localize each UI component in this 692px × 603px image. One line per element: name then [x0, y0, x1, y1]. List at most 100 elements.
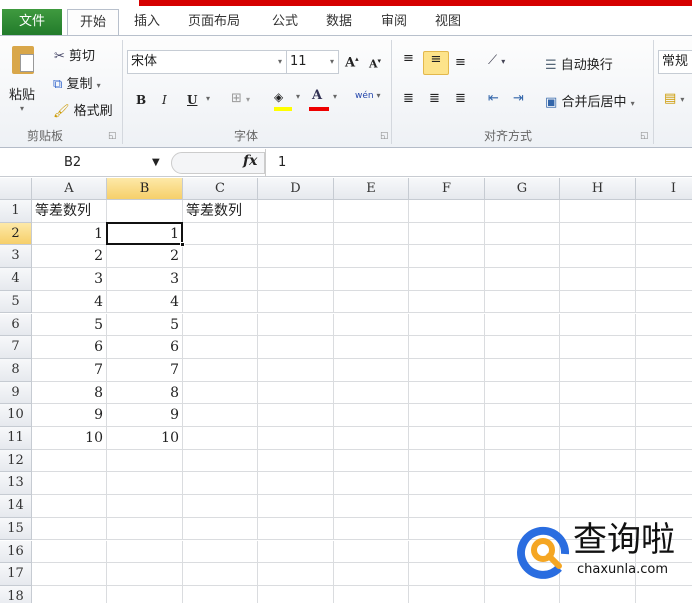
font-size-select[interactable]: 11 ▾	[286, 50, 339, 74]
underline-button[interactable]: U	[187, 93, 197, 107]
row-header-3[interactable]: 3	[0, 245, 32, 269]
cell-H6[interactable]	[560, 313, 636, 337]
row-header-2[interactable]: 2	[0, 222, 32, 246]
row-header-15[interactable]: 15	[0, 517, 32, 541]
cell-G1[interactable]	[485, 200, 560, 223]
cell-G7[interactable]	[485, 336, 560, 359]
cell-B13[interactable]	[107, 472, 183, 496]
cell-D10[interactable]	[258, 404, 334, 427]
cell-A10[interactable]: 9	[32, 404, 107, 427]
cell-I6[interactable]	[636, 314, 692, 337]
cell-I3[interactable]	[636, 245, 692, 269]
cell-H18[interactable]	[560, 585, 636, 603]
grow-font-button[interactable]: A▴	[345, 54, 359, 70]
italic-button[interactable]: I	[162, 93, 167, 107]
cell-C14[interactable]	[183, 495, 258, 518]
cell-B15[interactable]	[107, 517, 183, 541]
cell-I9[interactable]	[636, 382, 692, 405]
column-header-C[interactable]: C	[183, 178, 258, 200]
cell-C10[interactable]	[183, 404, 258, 427]
cell-B11[interactable]: 10	[107, 427, 183, 450]
cell-F8[interactable]	[409, 358, 485, 382]
column-header-E[interactable]: E	[334, 178, 409, 200]
cell-A9[interactable]: 8	[32, 381, 107, 405]
cell-F17[interactable]	[409, 563, 485, 586]
cell-B8[interactable]: 7	[107, 358, 183, 382]
cell-G9[interactable]	[485, 381, 560, 405]
cell-A15[interactable]	[32, 517, 107, 541]
cell-D16[interactable]	[258, 540, 334, 564]
cell-A18[interactable]	[32, 585, 107, 603]
cell-G8[interactable]	[485, 358, 560, 382]
phonetic-button[interactable]: wén ▾	[355, 91, 381, 101]
cell-I1[interactable]	[636, 200, 692, 223]
cell-G3[interactable]	[485, 245, 560, 269]
cell-F10[interactable]	[409, 404, 485, 427]
row-header-6[interactable]: 6	[0, 313, 32, 337]
cell-A3[interactable]: 2	[32, 245, 107, 269]
cell-D1[interactable]	[258, 200, 334, 223]
cell-H12[interactable]	[560, 449, 636, 473]
cell-G10[interactable]	[485, 404, 560, 427]
cell-B4[interactable]: 3	[107, 268, 183, 291]
cell-F6[interactable]	[409, 313, 485, 337]
cell-D8[interactable]	[258, 358, 334, 382]
cell-A17[interactable]	[32, 563, 107, 586]
cell-C1[interactable]: 等差数列	[183, 200, 258, 223]
cell-I5[interactable]	[636, 291, 692, 314]
cell-B7[interactable]: 6	[107, 336, 183, 359]
cell-H14[interactable]	[560, 495, 636, 518]
row-header-13[interactable]: 13	[0, 472, 32, 496]
cell-D6[interactable]	[258, 313, 334, 337]
bold-button[interactable]: B	[136, 93, 146, 107]
cell-I12[interactable]	[636, 450, 692, 473]
formula-input[interactable]: 1	[265, 149, 692, 177]
row-header-14[interactable]: 14	[0, 495, 32, 518]
cell-F9[interactable]	[409, 381, 485, 405]
wrap-text-button[interactable]: ☰ 自动换行	[545, 54, 613, 73]
cell-D7[interactable]	[258, 336, 334, 359]
cell-E3[interactable]	[334, 245, 409, 269]
row-header-17[interactable]: 17	[0, 563, 32, 586]
cell-E4[interactable]	[334, 268, 409, 291]
row-header-18[interactable]: 18	[0, 585, 32, 603]
cell-I8[interactable]	[636, 359, 692, 382]
cell-C8[interactable]	[183, 358, 258, 382]
cell-A16[interactable]	[32, 540, 107, 564]
dialog-launcher-icon[interactable]: ◱	[380, 131, 389, 141]
cell-C6[interactable]	[183, 313, 258, 337]
cell-E11[interactable]	[334, 427, 409, 450]
row-header-4[interactable]: 4	[0, 268, 32, 291]
cell-C12[interactable]	[183, 449, 258, 473]
cell-B1[interactable]	[107, 200, 183, 223]
cell-D12[interactable]	[258, 449, 334, 473]
cell-D2[interactable]	[258, 222, 334, 246]
cell-E6[interactable]	[334, 313, 409, 337]
cell-F2[interactable]	[409, 222, 485, 246]
column-header-I[interactable]: I	[636, 178, 692, 200]
cell-A13[interactable]	[32, 472, 107, 496]
conditional-format-icon[interactable]: ▤ ▾	[664, 91, 684, 106]
cell-H4[interactable]	[560, 268, 636, 291]
cell-F5[interactable]	[409, 290, 485, 314]
cell-B18[interactable]	[107, 585, 183, 603]
cell-H8[interactable]	[560, 358, 636, 382]
merge-center-button[interactable]: ▣ 合并后居中 ▾	[545, 91, 635, 110]
cell-C7[interactable]	[183, 336, 258, 359]
font-name-select[interactable]: 宋体 ▾	[127, 50, 287, 74]
tab-home[interactable]: 开始	[67, 9, 119, 38]
orientation-button[interactable]: ⟋ ▾	[488, 53, 505, 68]
cell-H9[interactable]	[560, 381, 636, 405]
cell-H11[interactable]	[560, 427, 636, 450]
cell-A7[interactable]: 6	[32, 336, 107, 359]
borders-icon[interactable]: ⊞ ▾	[231, 91, 250, 106]
cell-H2[interactable]	[560, 222, 636, 246]
cell-E2[interactable]	[334, 222, 409, 246]
cell-I18[interactable]	[636, 586, 692, 603]
cell-A2[interactable]: 1	[32, 222, 107, 246]
cell-E18[interactable]	[334, 585, 409, 603]
tab-view[interactable]: 视图	[427, 9, 469, 36]
tab-insert[interactable]: 插入	[126, 9, 168, 36]
column-header-B[interactable]: B	[107, 178, 183, 200]
cell-C5[interactable]	[183, 290, 258, 314]
